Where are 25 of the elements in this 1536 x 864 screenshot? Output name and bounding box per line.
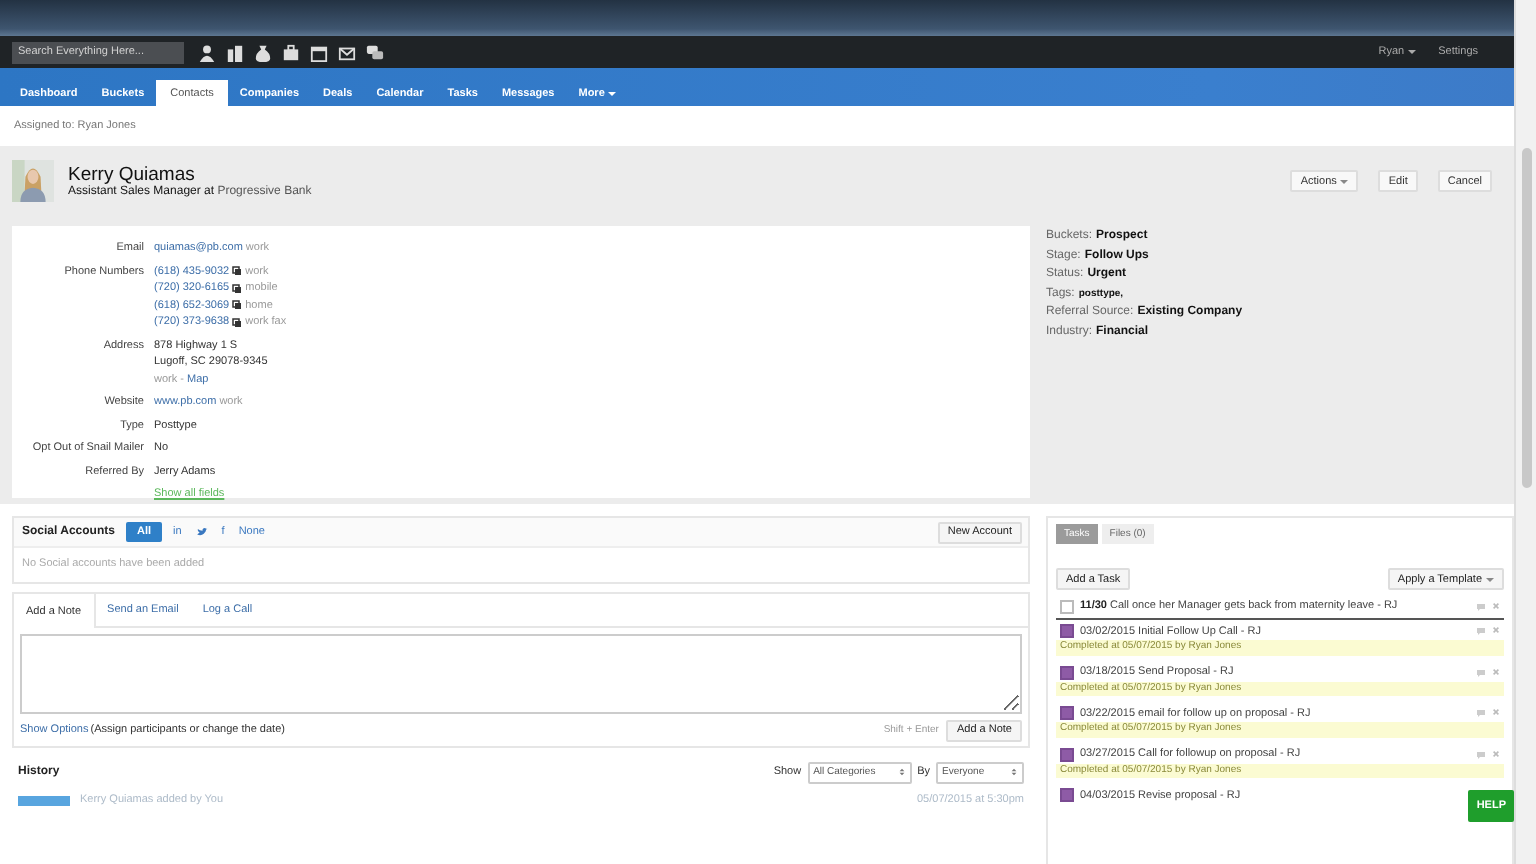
caret-icon — [1340, 179, 1349, 183]
scrollbar[interactable] — [1514, 0, 1536, 864]
caret-icon — [608, 91, 617, 95]
filter-tab[interactable] — [193, 526, 210, 538]
caret-icon — [1408, 50, 1417, 54]
chat-icon[interactable] — [366, 43, 384, 61]
task-checkbox[interactable] — [1060, 624, 1074, 639]
contact-name: Kerry Quiamas — [68, 164, 195, 186]
person-icon[interactable] — [198, 43, 216, 61]
updown-icon — [1010, 768, 1018, 776]
task-checkbox[interactable] — [1060, 788, 1074, 803]
task-checkbox[interactable] — [1060, 665, 1074, 680]
bird-icon — [195, 526, 208, 538]
caret-icon — [1486, 577, 1494, 581]
buildings-icon[interactable] — [226, 43, 244, 61]
bag-icon[interactable] — [254, 43, 272, 61]
briefcase-icon[interactable] — [282, 43, 300, 61]
task-checkbox[interactable] — [1060, 706, 1074, 721]
mail-icon[interactable] — [338, 43, 356, 61]
scrollbar-thumb[interactable] — [1521, 148, 1531, 488]
history-badge — [18, 795, 70, 805]
calendar-icon[interactable] — [310, 43, 328, 61]
note-field[interactable] — [20, 634, 1022, 714]
task-checkbox[interactable] — [1060, 599, 1074, 614]
task-checkbox[interactable] — [1060, 747, 1074, 762]
